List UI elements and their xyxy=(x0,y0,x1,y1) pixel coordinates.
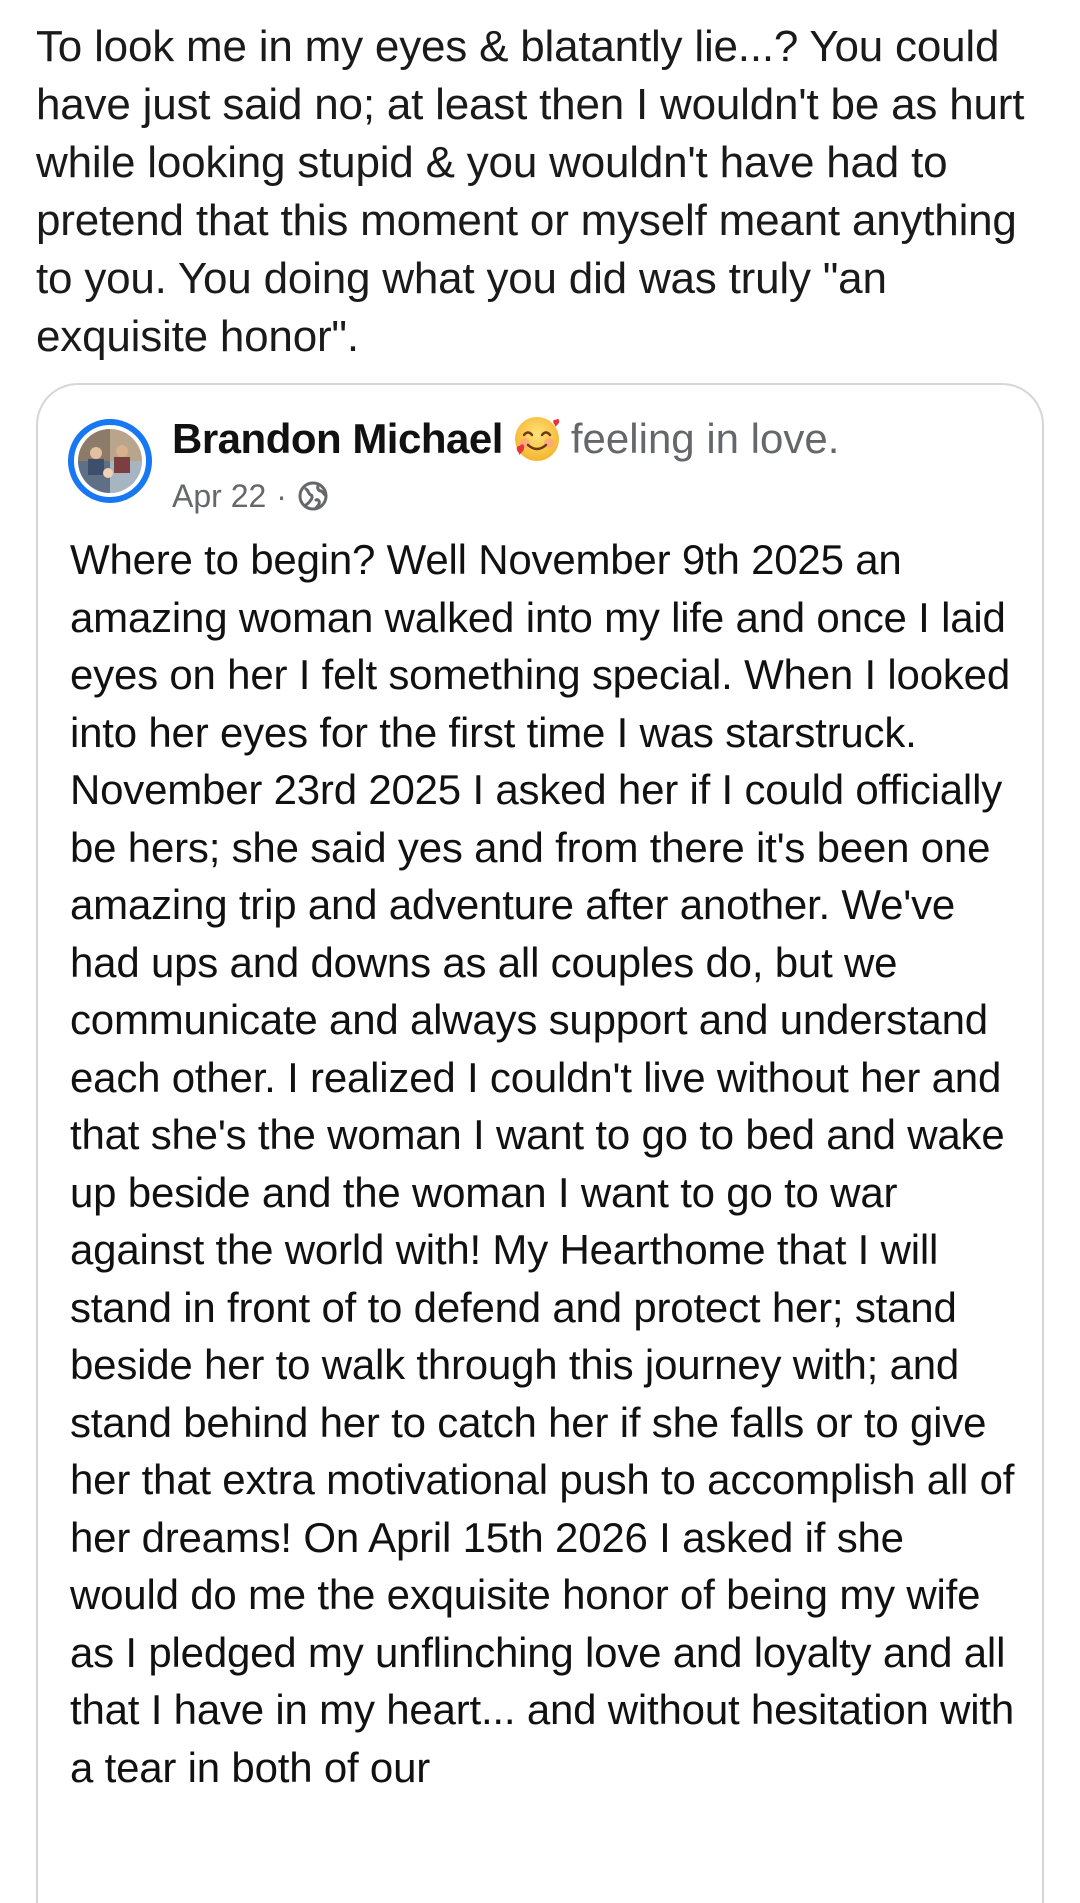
author-line: Brandon Michael feeling in love. xyxy=(172,411,839,467)
meta-separator: · xyxy=(276,478,287,514)
post-body-text: Where to begin? Well November 9th 2025 a… xyxy=(70,536,1015,1791)
feeling-text: feeling in love. xyxy=(570,415,840,462)
shared-post-card[interactable]: Brandon Michael feeling in love. Apr 22 … xyxy=(36,383,1044,1903)
post-date[interactable]: Apr 22 xyxy=(172,475,266,517)
globe-icon xyxy=(297,480,329,512)
smiling-face-with-hearts-icon xyxy=(511,413,563,465)
post-meta: Apr 22 · xyxy=(172,475,329,517)
author-name[interactable]: Brandon Michael xyxy=(172,411,503,467)
avatar[interactable] xyxy=(68,419,152,503)
post-caption: To look me in my eyes & blatantly lie...… xyxy=(36,22,1025,361)
avatar-photo xyxy=(78,429,142,493)
